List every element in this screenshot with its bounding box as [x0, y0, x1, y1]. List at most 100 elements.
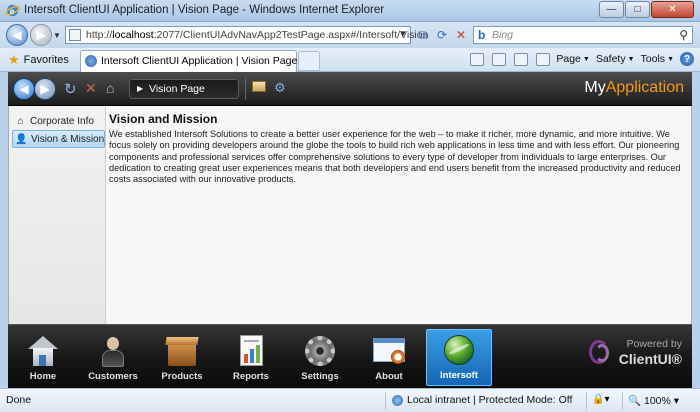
dock-item-reports[interactable]: Reports	[218, 329, 284, 386]
intranet-icon	[392, 394, 403, 406]
status-divider	[385, 392, 386, 410]
page-heading: Vision and Mission	[109, 112, 218, 126]
dock-item-label: Reports	[233, 371, 269, 382]
dock-item-intersoft[interactable]: Intersoft	[426, 329, 492, 386]
sidenav-item-vision-mission[interactable]: 👤 Vision & Mission	[12, 130, 105, 148]
favorites-label: Favorites	[23, 54, 69, 66]
breadcrumb-current: Vision Page	[149, 83, 205, 95]
arrow-left-icon: ◀	[12, 28, 22, 42]
arrow-right-icon: ▶	[36, 28, 46, 42]
content-area: ⌂ Corporate Info 👤 Vision & Mission Visi…	[8, 106, 692, 324]
stop-icon[interactable]: ✕	[452, 26, 470, 44]
page-icon	[69, 29, 81, 41]
refresh-icon[interactable]: ⟳	[433, 26, 451, 44]
browser-forward-button[interactable]: ▶	[30, 24, 52, 46]
help-icon[interactable]: ?	[680, 52, 694, 66]
sidenav-item-label: Vision & Mission	[31, 133, 105, 145]
powered-by-label: Powered by	[626, 338, 682, 350]
refresh-icon[interactable]: ↻	[64, 80, 77, 98]
browser-back-button[interactable]: ◀	[6, 24, 28, 46]
status-divider	[586, 392, 587, 410]
dock-item-label: Products	[161, 371, 203, 382]
magnifier-icon: 🔍	[628, 395, 642, 407]
dock-item-products[interactable]: Products	[149, 329, 215, 386]
status-bar: Done Local intranet | Protected Mode: Of…	[0, 388, 700, 412]
dock-item-label: Intersoft	[440, 370, 478, 381]
search-box[interactable]: b Bing ⚲	[473, 26, 693, 44]
mail-icon[interactable]	[514, 52, 529, 66]
main-panel: Vision and Mission We established Inters…	[109, 112, 687, 185]
favorites-button[interactable]: ★ Favorites	[4, 51, 73, 69]
settings-icon	[303, 334, 337, 368]
dock-item-customers[interactable]: Customers	[80, 329, 146, 386]
app-toolbar: ◀ ▶ ↻ ✕ ⌂ ▶ Vision Page ⚙ MyApplication	[8, 72, 692, 106]
clientui-label: ClientUI®	[618, 351, 682, 367]
dock-item-about[interactable]: About	[356, 329, 422, 386]
dock-item-label: Customers	[88, 371, 138, 382]
app-brand-logo: MyApplication	[584, 79, 684, 96]
arrow-right-icon: ▶	[40, 82, 50, 96]
minimize-button[interactable]: —	[599, 1, 624, 18]
print-icon[interactable]	[536, 52, 551, 66]
address-bar[interactable]: http://localhost:2077/ClientUIAdvNavApp2…	[65, 26, 428, 44]
powered-by-clientui-logo: Powered by ClientUI®	[588, 337, 682, 367]
about-icon	[372, 334, 406, 368]
customers-icon	[96, 334, 130, 368]
search-icon[interactable]: ⚲	[679, 28, 688, 42]
settings-shortcut-icon[interactable]: ⚙	[274, 80, 286, 96]
browser-tab-active[interactable]: Intersoft ClientUI Application | Vision …	[80, 50, 297, 72]
safety-menu[interactable]: Safety ▼	[596, 53, 635, 65]
security-zone[interactable]: Local intranet | Protected Mode: Off	[392, 394, 572, 406]
compatibility-view-icon[interactable]: ⧉	[414, 26, 432, 44]
zoom-level[interactable]: 🔍 100% ▾	[628, 394, 679, 407]
intersoft-globe-icon	[442, 333, 476, 367]
sidenav-item-label: Corporate Info	[30, 115, 94, 127]
tools-menu[interactable]: Tools ▼	[641, 53, 674, 65]
close-window-button[interactable]: ✕	[651, 1, 694, 18]
app-forward-button[interactable]: ▶	[34, 78, 56, 100]
sidenav-item-corporate-info[interactable]: ⌂ Corporate Info	[12, 112, 105, 130]
mail-icon[interactable]	[252, 81, 266, 92]
bing-icon: b	[478, 28, 486, 42]
home-icon[interactable]	[470, 52, 485, 66]
feeds-icon[interactable]	[492, 52, 507, 66]
clientui-logo-icon	[588, 338, 613, 366]
tab-label: Intersoft ClientUI Application | Vision …	[101, 55, 298, 67]
dock-item-label: About	[375, 371, 403, 382]
dock-item-home[interactable]: Home	[10, 329, 76, 386]
page-menu[interactable]: Page ▼	[556, 53, 589, 65]
page-body-text: We established Intersoft Solutions to cr…	[109, 129, 681, 185]
reports-icon	[234, 334, 268, 368]
ie-page-icon	[85, 55, 97, 67]
products-icon	[165, 334, 199, 368]
star-icon: ★	[8, 52, 20, 67]
app-back-button[interactable]: ◀	[13, 78, 35, 100]
dock-item-settings[interactable]: Settings	[287, 329, 353, 386]
window-title: Intersoft ClientUI Application | Vision …	[24, 4, 385, 16]
new-tab-button[interactable]	[298, 51, 320, 71]
breadcrumb[interactable]: ▶ Vision Page	[129, 79, 239, 99]
window-titlebar: e Intersoft ClientUI Application | Visio…	[0, 0, 700, 22]
status-divider	[622, 392, 623, 410]
address-url[interactable]: http://localhost:2077/ClientUIAdvNavApp2…	[86, 29, 428, 41]
search-input[interactable]: Bing	[492, 29, 513, 41]
protected-mode-icon[interactable]: 🔒▾	[592, 394, 609, 405]
recent-pages-dropdown[interactable]: ▼	[53, 31, 61, 40]
address-toolbar: ◀ ▶ ▼ http://localhost:2077/ClientUIAdvN…	[0, 22, 700, 48]
command-bar: Page ▼ Safety ▼ Tools ▼ ?	[462, 52, 694, 66]
stop-icon[interactable]: ✕	[85, 80, 97, 97]
internet-explorer-icon: e	[5, 4, 20, 17]
home-icon	[26, 334, 60, 368]
address-dropdown-icon[interactable]: ▼	[399, 29, 407, 38]
arrow-left-icon: ◀	[19, 82, 29, 96]
tab-toolbar: ★ Favorites Intersoft ClientUI Applicati…	[0, 48, 700, 72]
person-icon: 👤	[15, 133, 28, 145]
dock-item-label: Settings	[301, 371, 339, 382]
dock-item-label: Home	[29, 371, 57, 382]
status-text: Done	[6, 394, 32, 406]
app-dock: Home Customers Products Reports Settings…	[8, 324, 692, 388]
window-controls: — □ ✕	[598, 1, 694, 18]
breadcrumb-arrow-icon: ▶	[137, 84, 144, 93]
maximize-button[interactable]: □	[625, 1, 650, 18]
home-icon[interactable]: ⌂	[106, 80, 114, 96]
